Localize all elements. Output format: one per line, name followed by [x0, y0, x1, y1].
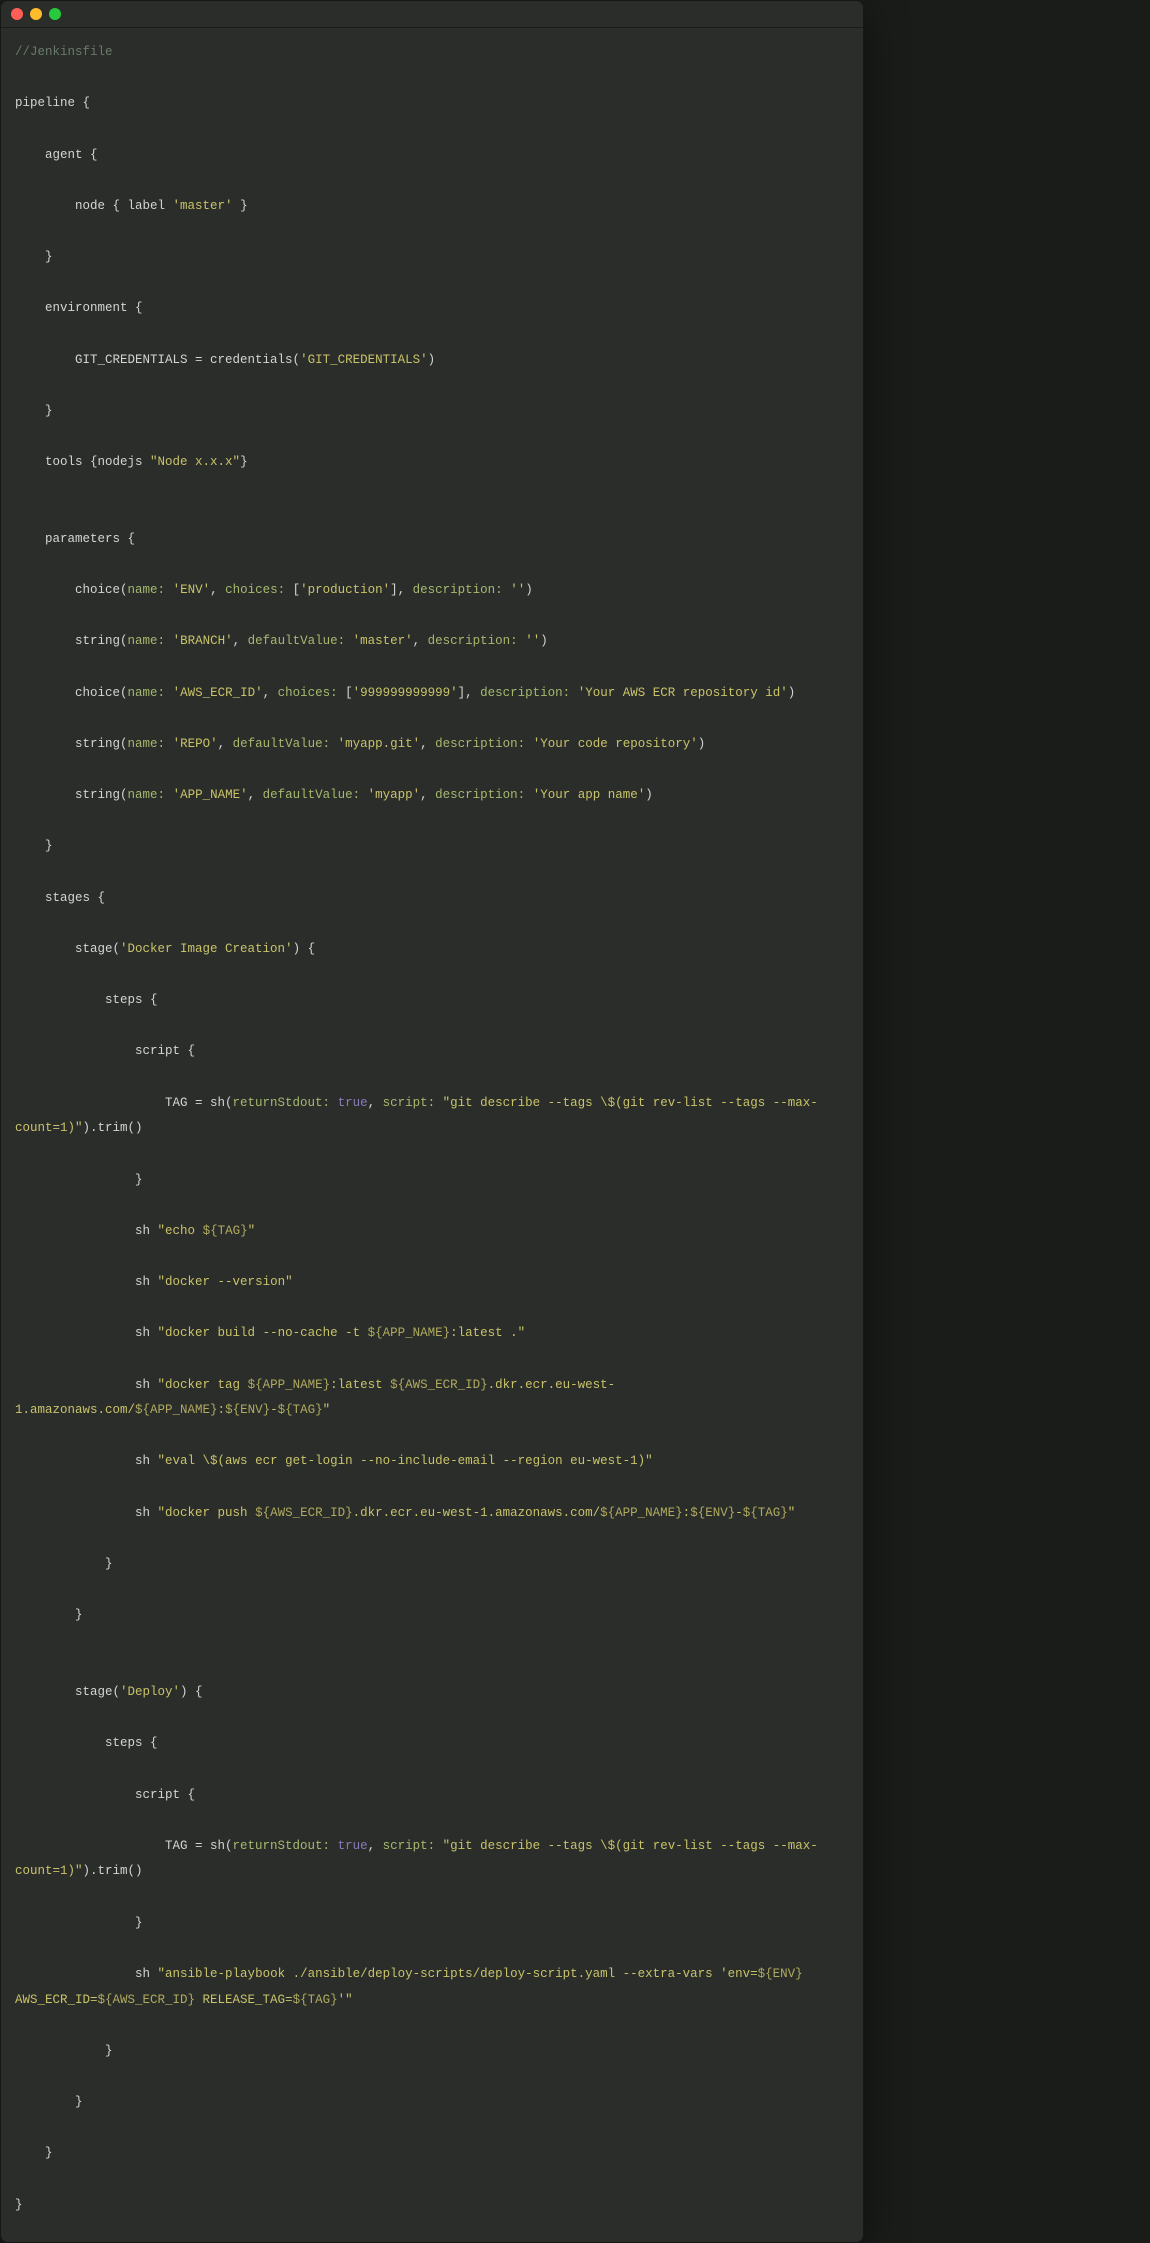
window-titlebar [1, 1, 863, 28]
maximize-icon[interactable] [49, 8, 61, 20]
code-content: //Jenkinsfile pipeline { agent { node { … [1, 28, 863, 2242]
minimize-icon[interactable] [30, 8, 42, 20]
code-editor-window: //Jenkinsfile pipeline { agent { node { … [0, 0, 864, 2243]
code-comment: //Jenkinsfile [15, 45, 113, 59]
close-icon[interactable] [11, 8, 23, 20]
